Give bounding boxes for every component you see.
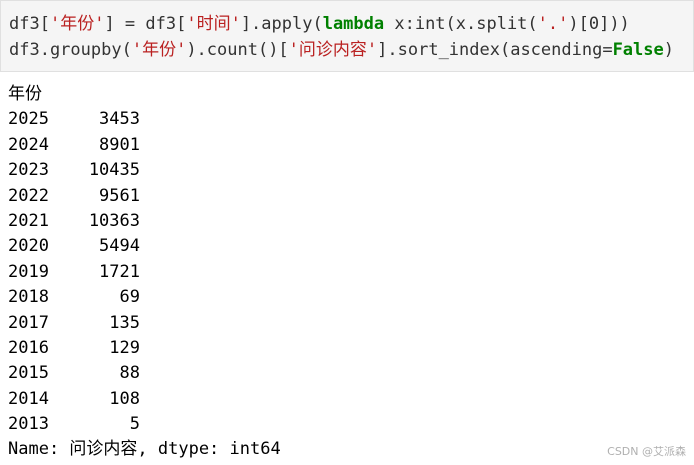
code-token: df3[ <box>9 14 50 34</box>
row-index-year: 2013 <box>8 414 49 435</box>
output-row: 2019 1721 <box>8 260 281 285</box>
code-string: '问诊内容' <box>288 40 378 60</box>
code-token: ).count()[ <box>186 40 289 60</box>
output-row: 2017 135 <box>8 311 281 336</box>
output-index-header: 年份 <box>8 84 42 104</box>
code-keyword: lambda <box>322 14 385 34</box>
output-row: 2013 5 <box>8 412 281 437</box>
row-count-value: 5494 <box>99 236 140 257</box>
code-token: ) <box>663 40 674 60</box>
code-string: '.' <box>537 14 569 34</box>
code-string: '时间' <box>186 14 241 34</box>
row-index-year: 2020 <box>8 236 49 257</box>
output-rows: 2025 3453 2024 8901 2023 10435 2022 9561 2021 103… <box>8 107 281 437</box>
row-index-year: 2015 <box>8 363 49 384</box>
code-token: ].apply( <box>240 14 323 34</box>
code-line-1[interactable]: df3['年份'] = df3['时间'].apply(lambda x:int… <box>9 11 693 37</box>
output-row: 2014 108 <box>8 387 281 412</box>
code-token: ].sort_index(ascending= <box>377 40 613 60</box>
row-count-value: 8901 <box>99 134 140 155</box>
row-count-value: 1721 <box>99 261 140 282</box>
code-token: )[0])) <box>568 14 630 34</box>
row-count-value: 69 <box>119 287 140 308</box>
row-index-year: 2017 <box>8 312 49 333</box>
output-footer: Name: 问诊内容, dtype: int64 <box>8 439 281 460</box>
output-row: 2024 8901 <box>8 133 281 158</box>
row-index-year: 2023 <box>8 160 49 181</box>
row-count-value: 9561 <box>99 185 140 206</box>
row-count-value: 3453 <box>99 109 140 130</box>
code-token: x:int(x.split( <box>384 14 538 34</box>
code-string: '年份' <box>131 40 187 60</box>
row-index-year: 2019 <box>8 261 49 282</box>
output-row: 2016 129 <box>8 336 281 361</box>
watermark: CSDN @艾派森 <box>607 445 686 458</box>
output-row: 2022 9561 <box>8 184 281 209</box>
output-row: 2025 3453 <box>8 107 281 132</box>
code-token: ] = df3[ <box>104 14 187 34</box>
row-index-year: 2021 <box>8 210 49 231</box>
row-count-value: 135 <box>109 312 140 333</box>
row-count-value: 10363 <box>88 210 140 231</box>
output-row: 2023 10435 <box>8 158 281 183</box>
code-cell[interactable]: df3['年份'] = df3['时间'].apply(lambda x:int… <box>0 0 694 72</box>
output-row: 2015 88 <box>8 361 281 386</box>
row-index-year: 2018 <box>8 287 49 308</box>
row-index-year: 2024 <box>8 134 49 155</box>
output-row: 2020 5494 <box>8 234 281 259</box>
row-index-year: 2022 <box>8 185 49 206</box>
row-count-value: 5 <box>129 414 140 435</box>
output-row: 2018 69 <box>8 285 281 310</box>
output-row: 2021 10363 <box>8 209 281 234</box>
code-string: '年份' <box>49 14 105 34</box>
code-keyword: False <box>612 40 664 60</box>
code-line-2[interactable]: df3.groupby('年份').count()['问诊内容'].sort_i… <box>9 37 693 63</box>
row-count-value: 88 <box>119 363 140 384</box>
row-count-value: 10435 <box>88 160 140 181</box>
row-count-value: 129 <box>109 337 140 358</box>
row-index-year: 2014 <box>8 388 49 409</box>
row-index-year: 2025 <box>8 109 49 130</box>
cell-output: 年份 2025 3453 2024 8901 2023 10435 2022 9561 2021… <box>8 82 281 463</box>
row-index-year: 2016 <box>8 337 49 358</box>
code-token: df3.groupby( <box>9 40 132 60</box>
row-count-value: 108 <box>109 388 140 409</box>
